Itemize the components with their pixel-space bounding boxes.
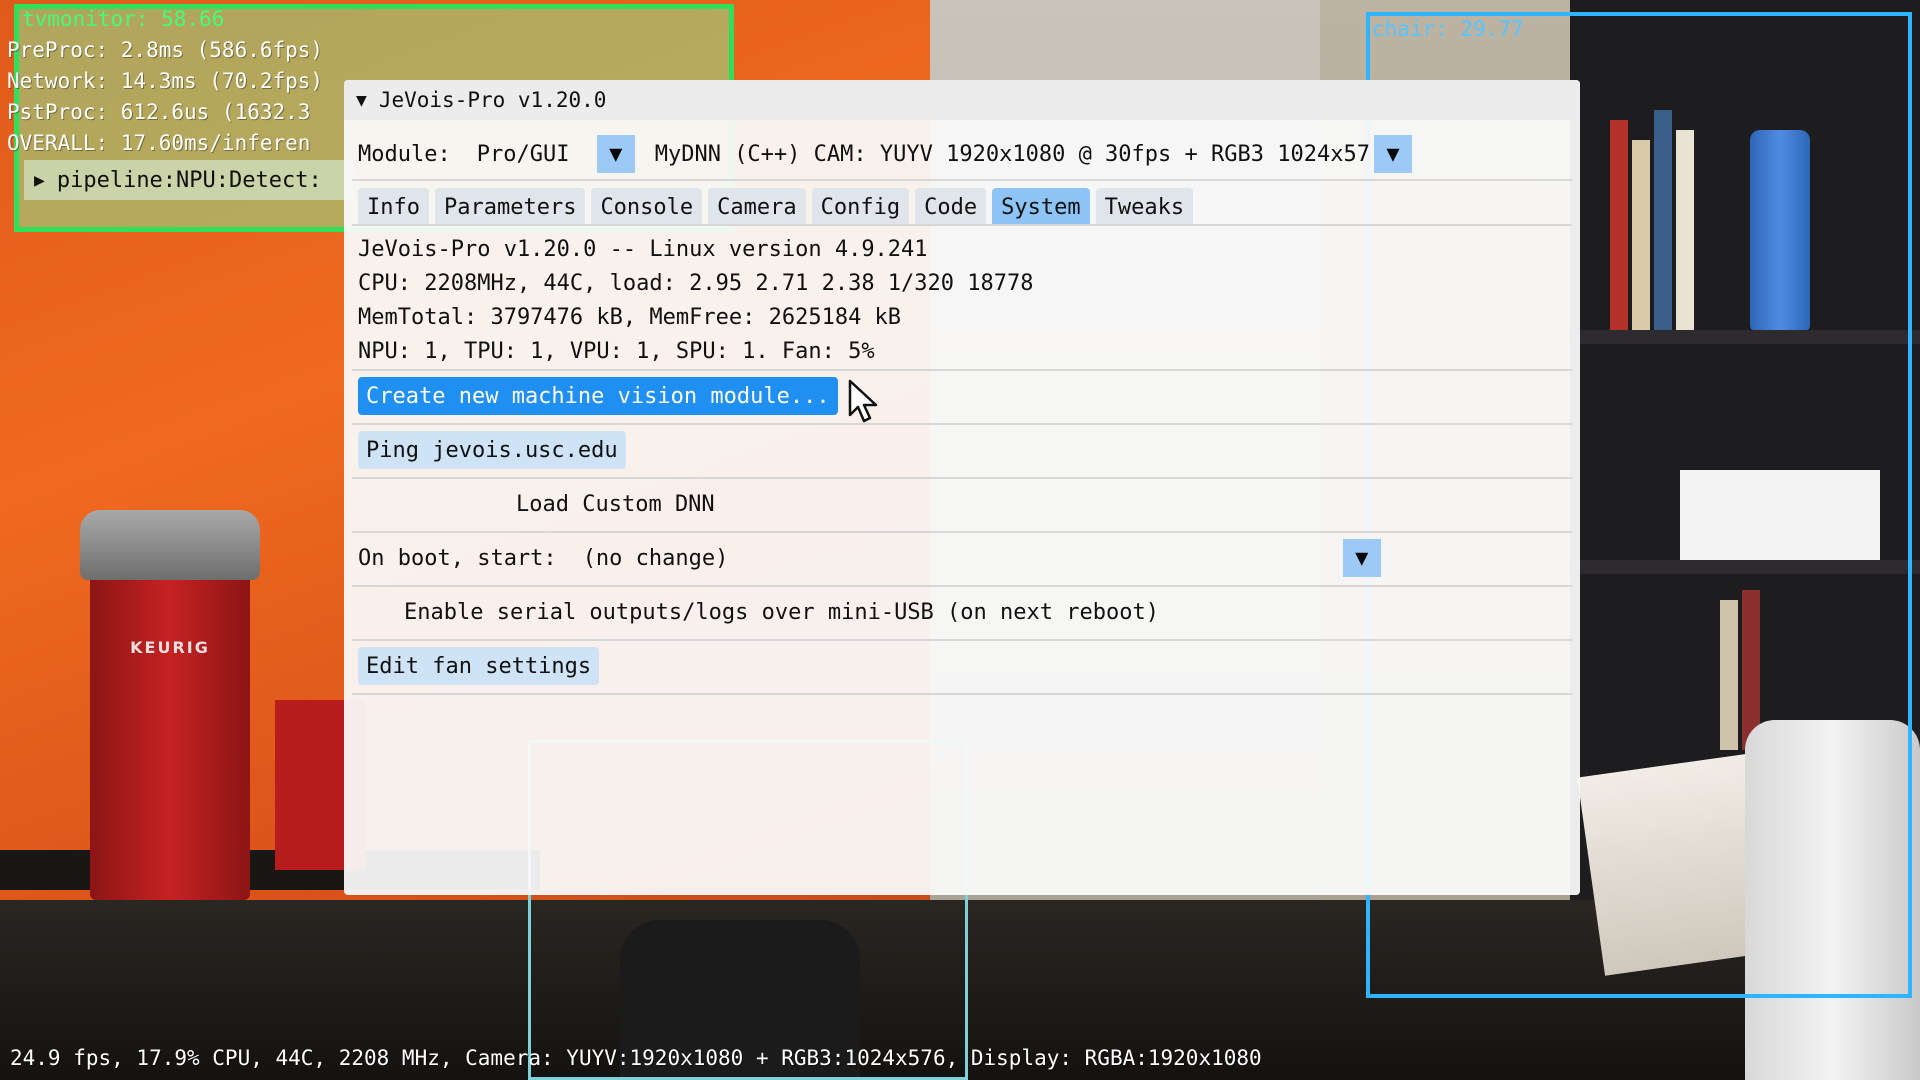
- collapse-arrow-icon[interactable]: ▼: [356, 90, 367, 111]
- tab-config[interactable]: Config: [811, 188, 910, 226]
- module-row: Module: Pro/GUI ▼ MyDNN (C++) CAM: YUYV …: [358, 134, 1412, 174]
- separator: [352, 477, 1572, 479]
- chevron-down-icon: ▼: [1386, 141, 1400, 167]
- separator: [352, 693, 1572, 695]
- stat-postproc: PstProc: 612.6us (1632.3: [7, 100, 311, 124]
- separator: [352, 423, 1572, 425]
- status-bar: 24.9 fps, 17.9% CPU, 44C, 2208 MHz, Came…: [10, 1046, 1262, 1070]
- mouse-cursor-icon: [848, 379, 878, 423]
- tab-code[interactable]: Code: [915, 188, 987, 226]
- module-select-value[interactable]: Pro/GUI: [477, 142, 593, 167]
- serial-outputs-checkbox[interactable]: Enable serial outputs/logs over mini-USB…: [404, 591, 1159, 633]
- jevois-window: ▼ JeVois-Pro v1.20.0 Module: Pro/GUI ▼ M…: [344, 80, 1580, 895]
- ping-button[interactable]: Ping jevois.usc.edu: [358, 431, 626, 469]
- coffee-maker-lid: [80, 510, 260, 580]
- pipeline-label: pipeline:NPU:Detect:: [56, 167, 322, 193]
- tab-parameters[interactable]: Parameters: [434, 188, 586, 226]
- stat-preproc: PreProc: 2.8ms (586.6fps): [7, 38, 324, 62]
- info-memory: MemTotal: 3797476 kB, MemFree: 2625184 k…: [358, 304, 902, 330]
- separator: [352, 179, 1572, 181]
- mapping-dropdown-button[interactable]: ▼: [1373, 135, 1412, 173]
- window-title-bar[interactable]: ▼ JeVois-Pro v1.20.0: [344, 80, 1580, 120]
- info-version: JeVois-Pro v1.20.0 -- Linux version 4.9.…: [358, 236, 928, 262]
- pipeline-tree-node[interactable]: ▶ pipeline:NPU:Detect:: [24, 160, 354, 200]
- on-boot-dropdown-button[interactable]: ▼: [1342, 539, 1381, 577]
- load-custom-dnn-button[interactable]: Load Custom DNN: [516, 483, 715, 525]
- tab-camera[interactable]: Camera: [708, 188, 806, 226]
- chevron-down-icon: ▼: [609, 141, 623, 167]
- separator: [352, 369, 1572, 371]
- tab-tweaks[interactable]: Tweaks: [1095, 188, 1194, 226]
- tab-info[interactable]: Info: [358, 188, 429, 226]
- window-title: JeVois-Pro v1.20.0: [378, 88, 607, 112]
- create-module-button[interactable]: Create new machine vision module...: [358, 377, 838, 415]
- on-boot-label: On boot, start:: [358, 545, 557, 571]
- edit-fan-settings-button[interactable]: Edit fan settings: [358, 647, 600, 685]
- module-dropdown-button[interactable]: ▼: [596, 135, 635, 173]
- tab-system[interactable]: System: [992, 188, 1090, 226]
- create-module-row: Create new machine vision module...: [358, 375, 838, 417]
- on-boot-row: On boot, start: (no change) ▼: [358, 537, 1381, 579]
- stat-network: Network: 14.3ms (70.2fps): [7, 69, 324, 93]
- separator: [352, 224, 1572, 226]
- info-accelerators: NPU: 1, TPU: 1, VPU: 1, SPU: 1. Fan: 5%: [358, 338, 875, 364]
- coffee-maker-logo: KEURIG: [130, 638, 210, 657]
- on-boot-select[interactable]: (no change): [583, 546, 1343, 571]
- module-label: Module:: [358, 141, 451, 167]
- info-cpu: CPU: 2208MHz, 44C, load: 2.95 2.71 2.38 …: [358, 270, 1034, 296]
- detection-label-tvmonitor: tvmonitor: 58.66: [22, 7, 225, 31]
- separator: [352, 531, 1572, 533]
- separator: [352, 639, 1572, 641]
- separator: [352, 585, 1572, 587]
- system-info: JeVois-Pro v1.20.0 -- Linux version 4.9.…: [358, 232, 1034, 368]
- module-description-select[interactable]: MyDNN (C++) CAM: YUYV 1920x1080 @ 30fps …: [655, 142, 1370, 167]
- ping-row: Ping jevois.usc.edu: [358, 429, 626, 471]
- tab-bar: Info Parameters Console Camera Config Co…: [358, 188, 1194, 226]
- fan-row: Edit fan settings: [358, 645, 600, 687]
- chevron-down-icon: ▼: [1355, 545, 1369, 571]
- detection-label-chair: chair: 29.77: [1372, 17, 1524, 41]
- tab-console[interactable]: Console: [591, 188, 703, 226]
- stat-overall: OVERALL: 17.60ms/inferen: [7, 131, 311, 155]
- expand-arrow-icon[interactable]: ▶: [34, 170, 45, 191]
